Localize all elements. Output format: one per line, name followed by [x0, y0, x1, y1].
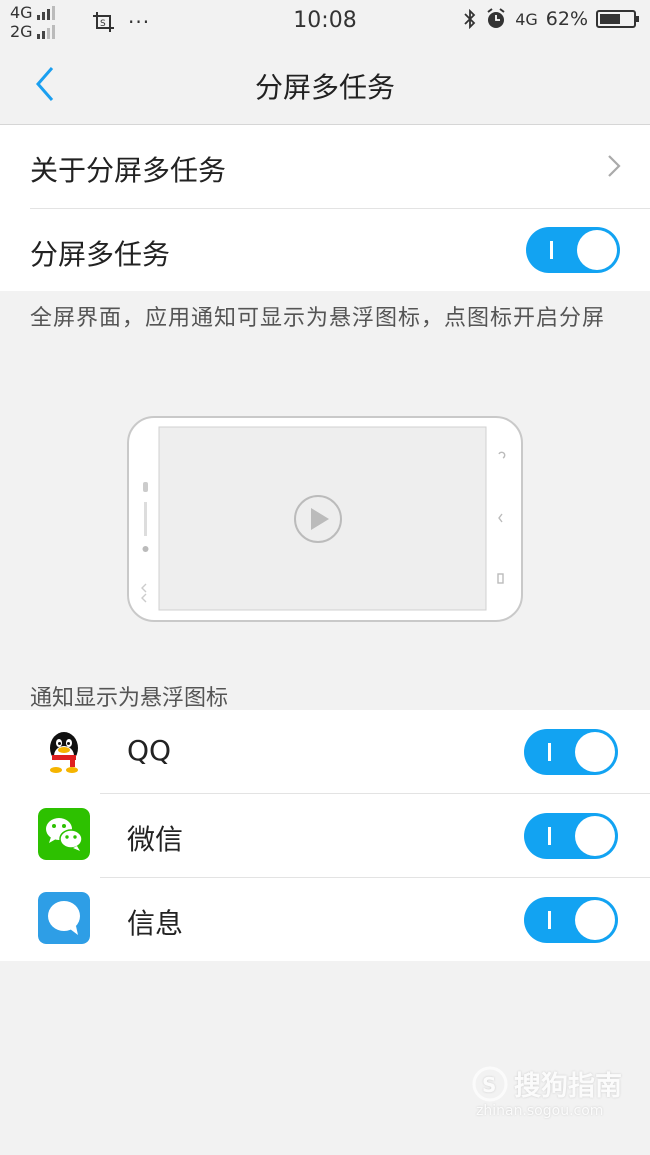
toggle-on-mark	[548, 743, 551, 761]
multitask-description: 全屏界面，应用通知可显示为悬浮图标，点图标开启分屏	[30, 306, 606, 331]
battery-icon	[596, 10, 639, 28]
toggle-on-mark	[548, 827, 551, 845]
network-type-right: 4G	[515, 9, 538, 29]
app-row-qq: QQ	[0, 710, 650, 794]
toggle-knob	[577, 230, 617, 270]
toggle-knob	[575, 900, 615, 940]
app-row-messages: 信息	[0, 878, 650, 961]
messages-toggle[interactable]	[524, 897, 618, 943]
qq-icon	[38, 724, 90, 776]
messages-icon	[38, 892, 90, 944]
sogou-logo-icon: S	[472, 1066, 508, 1101]
battery-percent: 62%	[545, 8, 588, 30]
multitask-toggle-row: 分屏多任务	[30, 209, 650, 292]
wechat-icon	[38, 808, 90, 860]
status-bar: 4G 2G S ··· 10:08 4G 62%	[0, 0, 650, 44]
toggle-knob	[575, 816, 615, 856]
multitask-label: 分屏多任务	[30, 238, 171, 271]
wechat-toggle[interactable]	[524, 813, 618, 859]
page-title: 分屏多任务	[254, 71, 395, 104]
app-name: QQ	[127, 734, 172, 767]
app-name: 信息	[127, 907, 184, 940]
qq-toggle[interactable]	[524, 729, 618, 775]
svg-text:S: S	[482, 1073, 496, 1097]
toggle-knob	[575, 732, 615, 772]
toggle-on-mark	[548, 911, 551, 929]
about-multitask-label: 关于分屏多任务	[30, 154, 227, 187]
watermark: S 搜狗指南 zhinan.sogou.com	[472, 1064, 642, 1119]
notify-section-header: 通知显示为悬浮图标	[30, 686, 229, 711]
app-name: 微信	[127, 823, 184, 856]
app-row-wechat: 微信	[0, 794, 650, 878]
toggle-on-mark	[550, 241, 553, 259]
watermark-main: S 搜狗指南	[472, 1064, 642, 1103]
alarm-icon	[487, 8, 505, 28]
status-right: 4G 62%	[463, 8, 639, 30]
bluetooth-icon	[464, 9, 476, 29]
navigation-bar: 分屏多任务	[0, 44, 650, 125]
settings-card: 关于分屏多任务 分屏多任务	[0, 125, 650, 291]
watermark-text: 搜狗指南	[514, 1071, 622, 1102]
multitask-toggle[interactable]	[526, 227, 620, 273]
chevron-right-icon	[608, 155, 621, 177]
phone-illustration	[127, 416, 523, 622]
battery-level	[600, 14, 620, 24]
watermark-url: zhinan.sogou.com	[476, 1103, 604, 1119]
app-list: QQ 微信 信息	[0, 710, 650, 961]
about-multitask-item[interactable]: 关于分屏多任务	[30, 125, 650, 208]
